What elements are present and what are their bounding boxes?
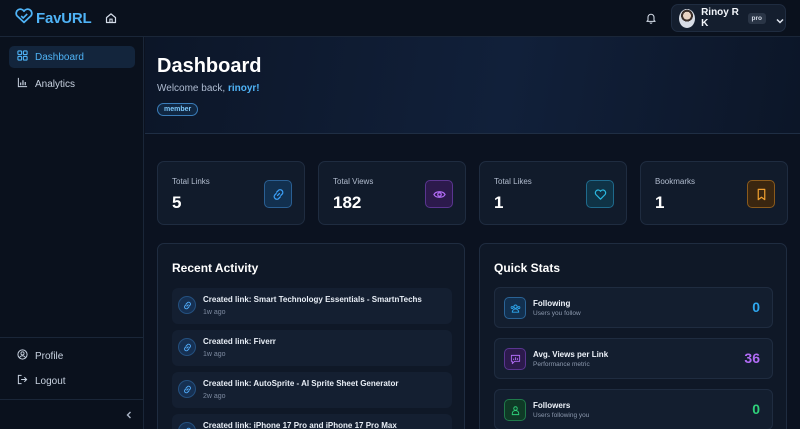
user-menu[interactable]: Rinoy R K pro xyxy=(671,4,786,32)
quick-stat-title: Following xyxy=(533,299,571,308)
user-circle-icon xyxy=(17,349,35,363)
welcome-prefix: Welcome back, xyxy=(157,83,228,94)
sidebar-item-label: Profile xyxy=(35,350,64,362)
link-icon xyxy=(178,296,196,314)
stat-value: 182 xyxy=(333,193,362,212)
quick-stat-subtitle: Users following you xyxy=(533,412,590,419)
stat-label: Total Likes xyxy=(494,177,532,186)
activity-item[interactable]: Created link: Smart Technology Essential… xyxy=(172,288,452,324)
app-logo[interactable]: FavURL xyxy=(14,7,92,29)
stat-card-total-likes: Total Likes 1 xyxy=(479,161,627,225)
notification-bell-icon[interactable] xyxy=(645,11,659,25)
chevron-down-icon xyxy=(775,13,785,24)
activity-item[interactable]: Created link: AutoSprite - AI Sprite She… xyxy=(172,372,452,408)
quick-stat-avg-views: Avg. Views per Link Performance metric 3… xyxy=(494,338,773,379)
stat-value: 5 xyxy=(172,193,182,212)
stat-card-total-views: Total Views 182 xyxy=(318,161,466,225)
sidebar-item-label: Analytics xyxy=(35,78,76,90)
heart-icon xyxy=(586,180,614,208)
bar-chart-icon xyxy=(17,77,35,91)
link-icon xyxy=(178,380,196,398)
collapse-sidebar-icon[interactable] xyxy=(124,407,134,419)
activity-title: Created link: iPhone 17 Pro and iPhone 1… xyxy=(203,421,397,429)
quick-stat-title: Followers xyxy=(533,401,571,410)
logo-heart-icon xyxy=(14,7,34,29)
stat-label: Bookmarks xyxy=(655,177,696,186)
activity-title: Created link: Smart Technology Essential… xyxy=(203,295,422,304)
sidebar-item-profile[interactable]: Profile xyxy=(9,345,135,367)
sidebar-divider xyxy=(0,337,144,338)
stat-value: 1 xyxy=(494,193,504,212)
app-name: FavURL xyxy=(36,9,92,27)
link-icon xyxy=(178,338,196,356)
role-badge: member xyxy=(157,103,199,116)
sidebar-item-analytics[interactable]: Analytics xyxy=(9,73,135,95)
quick-stat-subtitle: Users you follow xyxy=(533,310,581,317)
quick-stat-followers: Followers Users following you 0 xyxy=(494,389,773,429)
activity-title: Created link: AutoSprite - AI Sprite She… xyxy=(203,379,399,388)
activity-item[interactable]: Created link: iPhone 17 Pro and iPhone 1… xyxy=(172,414,452,429)
quick-stat-following: Following Users you follow 0 xyxy=(494,287,773,328)
quick-stat-subtitle: Performance metric xyxy=(533,361,590,368)
grid-icon xyxy=(17,50,35,64)
chart-message-icon xyxy=(504,348,526,370)
user-group-icon xyxy=(504,399,526,421)
activity-time: 1w ago xyxy=(203,351,226,358)
stat-label: Total Links xyxy=(172,177,210,186)
quick-stat-value: 36 xyxy=(744,350,760,366)
link-icon xyxy=(178,422,196,429)
recent-activity-panel: Recent Activity Created link: Smart Tech… xyxy=(157,243,465,429)
sidebar-item-label: Logout xyxy=(35,375,66,387)
users-icon xyxy=(504,297,526,319)
sidebar-item-label: Dashboard xyxy=(35,51,84,63)
stat-label: Total Views xyxy=(333,177,374,186)
eye-icon xyxy=(425,180,453,208)
quick-stat-value: 0 xyxy=(752,299,760,315)
quick-stats-panel: Quick Stats Following Users you follow 0… xyxy=(479,243,787,429)
logout-icon xyxy=(17,374,35,388)
stat-value: 1 xyxy=(655,193,665,212)
activity-time: 2w ago xyxy=(203,393,226,400)
home-icon[interactable] xyxy=(105,11,119,25)
welcome-username: rinoyr! xyxy=(227,83,260,94)
sidebar-item-dashboard[interactable]: Dashboard xyxy=(9,46,135,68)
dashboard-header: Dashboard Welcome back, rinoyr! member xyxy=(145,37,800,134)
activity-title: Created link: Fiverr xyxy=(203,337,276,346)
page-title: Dashboard xyxy=(157,55,262,77)
bookmark-icon xyxy=(747,180,775,208)
stat-card-total-links: Total Links 5 xyxy=(157,161,305,225)
panel-title: Quick Stats xyxy=(494,261,561,275)
link-icon xyxy=(264,180,292,208)
quick-stat-title: Avg. Views per Link xyxy=(533,350,609,359)
activity-time: 1w ago xyxy=(203,309,226,316)
avatar xyxy=(679,8,696,28)
quick-stat-value: 0 xyxy=(752,401,760,417)
welcome-message: Welcome back, rinoyr! xyxy=(157,83,260,94)
top-bar: FavURL Rinoy R K pro xyxy=(0,0,800,37)
sidebar: Dashboard Analytics Profile Logout xyxy=(0,37,144,429)
stat-card-bookmarks: Bookmarks 1 xyxy=(640,161,788,225)
activity-item[interactable]: Created link: Fiverr 1w ago xyxy=(172,330,452,366)
user-name: Rinoy R K xyxy=(701,7,739,29)
plan-badge: pro xyxy=(747,12,766,24)
panel-title: Recent Activity xyxy=(172,261,259,275)
sidebar-divider xyxy=(0,399,144,400)
sidebar-item-logout[interactable]: Logout xyxy=(9,370,135,392)
